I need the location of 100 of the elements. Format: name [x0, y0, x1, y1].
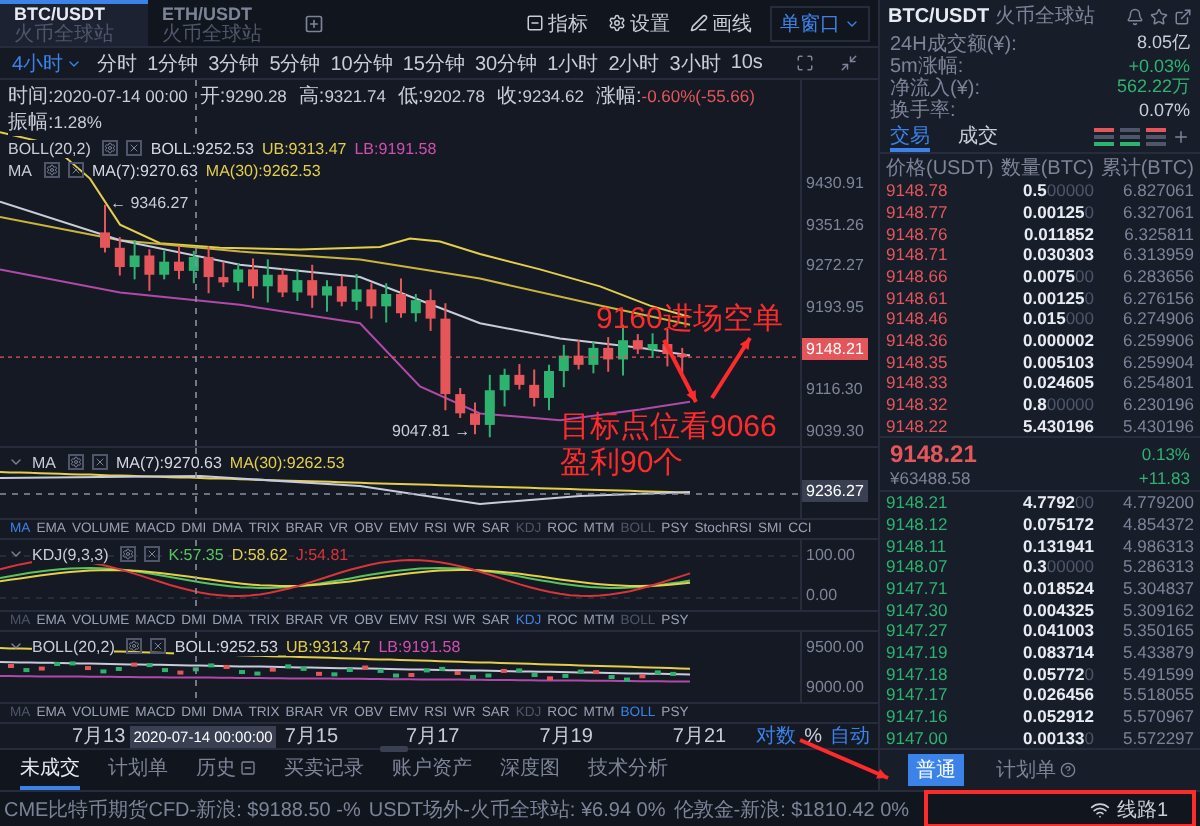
price-tick-label: 9351.26	[804, 213, 866, 236]
period-button[interactable]: 10s	[730, 52, 763, 74]
period-button[interactable]: 10分钟	[330, 49, 393, 77]
period-button[interactable]: 3分钟	[208, 49, 260, 77]
order-tab[interactable]: 计划单	[108, 750, 168, 790]
ticker-item: 伦敦金-新浪: $1810.42 0%	[673, 797, 910, 823]
ask-price: 9148.36	[886, 329, 950, 350]
period-button[interactable]: 2小时	[608, 49, 660, 77]
current-price-label: 9148.21	[802, 337, 868, 360]
split-book-icon[interactable]	[1094, 128, 1114, 146]
ask-amount: 0.015000	[1021, 308, 1094, 329]
price-tick-label: 9430.91	[804, 172, 866, 194]
scale-option[interactable]: 对数	[756, 722, 797, 750]
indicator-name: MA	[8, 161, 32, 179]
close-icon[interactable]	[126, 140, 143, 156]
shrink-icon[interactable]	[840, 54, 858, 72]
ask-amount: 0.800000	[1021, 393, 1094, 414]
ask-price: 9148.66	[886, 265, 950, 286]
bid-total: 5.491599	[1121, 663, 1194, 684]
period-button[interactable]: 1分钟	[147, 49, 199, 77]
period-button[interactable]: 15分钟	[402, 49, 465, 77]
ask-total: 6.283656	[1121, 265, 1194, 286]
ask-total: 6.325811	[1122, 223, 1194, 244]
scale-option[interactable]: %	[804, 725, 822, 747]
bid-price: 9148.11	[886, 535, 949, 556]
indicator-value: BOLL:9252.53	[174, 637, 278, 655]
exchange-name: 火币全球站	[995, 3, 1096, 30]
panel-tab[interactable]: 成交	[958, 122, 998, 152]
period-button[interactable]: 1小时	[547, 49, 599, 77]
panel-tab[interactable]: 交易	[890, 122, 930, 152]
scale-option[interactable]: 自动	[830, 722, 870, 750]
bids-book-icon[interactable]	[1120, 128, 1140, 146]
time-label: 7月15	[284, 724, 339, 750]
bell-icon[interactable]	[1126, 7, 1144, 25]
star-icon[interactable]	[1150, 7, 1168, 25]
close-icon[interactable]	[92, 454, 108, 470]
external-link-icon[interactable]	[1174, 7, 1192, 25]
tool-button[interactable]: 画线	[680, 0, 762, 46]
order-tab[interactable]: 技术分析	[588, 750, 668, 790]
crosshair-line	[195, 540, 197, 610]
high-price-label: ← 9346.27	[110, 194, 189, 213]
price-tick-label: 9000.00	[804, 676, 866, 698]
order-tab[interactable]: 历史	[196, 750, 256, 790]
ask-price: 9148.78	[886, 180, 950, 201]
market-tab[interactable]: BTC/USDT 火币全球站	[0, 0, 148, 46]
period-button[interactable]: 3小时	[669, 49, 721, 77]
indicator-name: KDJ(9,3,3)	[32, 545, 109, 563]
plus-icon[interactable]	[1172, 128, 1190, 146]
add-tab-icon[interactable]	[304, 13, 324, 33]
ask-amount: 0.000002	[1021, 329, 1094, 350]
indicator-value: MA(7):9270.63	[92, 161, 198, 179]
annotation-text: 盈利90个	[560, 444, 684, 482]
stat-value: 0.07%	[1138, 99, 1190, 119]
ask-price: 9148.33	[886, 372, 950, 393]
resize-handle[interactable]	[380, 746, 408, 752]
bid-total: 5.304837	[1121, 577, 1194, 598]
close-icon[interactable]	[144, 546, 161, 562]
indicator-name: BOLL(20,2)	[32, 637, 115, 655]
window-mode-dropdown[interactable]: 单窗口	[770, 5, 870, 41]
time-label: 7月19	[539, 724, 593, 750]
price-tick-label: 0.00	[804, 584, 840, 606]
collapse-icon[interactable]	[8, 454, 24, 470]
tool-button[interactable]: 设置	[598, 0, 680, 46]
stat-value: 562.22万	[1116, 74, 1190, 100]
bid-price: 9147.27	[886, 620, 950, 641]
indicator-value: MA(7):9270.63	[116, 453, 222, 471]
indicator-name: MA	[32, 453, 56, 471]
fullscreen-icon[interactable]	[796, 54, 814, 72]
order-type-button[interactable]: 计划单	[988, 754, 1084, 786]
order-tab[interactable]: 账户资产	[392, 750, 472, 790]
bid-amount: 0.083714	[1021, 641, 1094, 662]
collapse-icon[interactable]	[8, 638, 24, 654]
asks-book-icon[interactable]	[1146, 128, 1166, 146]
order-type-button[interactable]: 普通	[908, 754, 964, 786]
ask-price: 9148.71	[886, 244, 950, 265]
ask-amount: 0.001250	[1021, 287, 1094, 308]
indicator-value: LB:9191.58	[354, 139, 437, 157]
crosshair-line	[195, 632, 197, 702]
ask-price: 9148.61	[886, 287, 950, 308]
order-tab[interactable]: 深度图	[500, 750, 560, 790]
stat-value: +0.03%	[1128, 55, 1190, 75]
time-label: 7月13	[72, 724, 126, 750]
collapse-icon[interactable]	[8, 546, 24, 562]
close-icon[interactable]	[68, 162, 84, 178]
bid-price: 9147.00	[886, 727, 950, 748]
period-button[interactable]: 30分钟	[475, 49, 538, 77]
ask-amount: 0.007500	[1021, 265, 1094, 286]
order-tab[interactable]: 买卖记录	[284, 750, 364, 790]
interval-dropdown[interactable]: 4小时	[12, 49, 82, 77]
route-selector[interactable]: 线路1	[1090, 795, 1168, 823]
tool-button[interactable]: 指标	[516, 0, 598, 46]
period-button[interactable]: 5分钟	[269, 49, 321, 77]
period-button[interactable]: 分时	[97, 49, 138, 77]
ask-amount: 0.011852	[1022, 223, 1094, 244]
market-tab[interactable]: ETH/USDT 火币全球站	[148, 0, 296, 46]
ask-amount: 5.430196	[1021, 415, 1094, 436]
pen-icon	[690, 14, 708, 32]
settings-icon[interactable]	[126, 638, 143, 654]
change-amount: +11.83	[1138, 467, 1190, 487]
close-icon[interactable]	[150, 638, 167, 654]
